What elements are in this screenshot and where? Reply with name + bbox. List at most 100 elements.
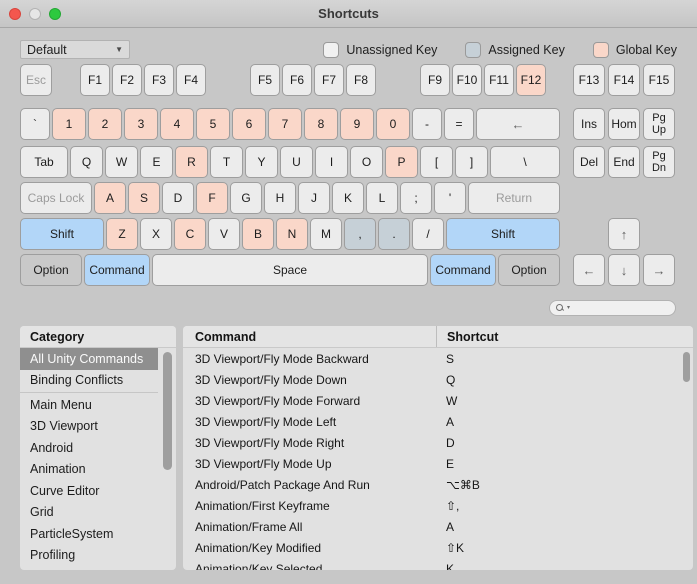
key-arrow-right[interactable]: → [643, 254, 675, 286]
key-space[interactable]: Space [152, 254, 428, 286]
command-row[interactable]: 3D Viewport/Fly Mode LeftA [183, 411, 693, 432]
key-semicolon[interactable]: ; [400, 182, 432, 214]
category-scrollbar[interactable] [163, 352, 172, 470]
key-y[interactable]: Y [245, 146, 278, 178]
key-f15[interactable]: F15 [643, 64, 675, 96]
key-arrow-down[interactable]: ↓ [608, 254, 640, 286]
category-item-animation[interactable]: Animation [20, 459, 158, 481]
key-quote[interactable]: ' [434, 182, 466, 214]
category-item-particlesystem[interactable]: ParticleSystem [20, 523, 158, 545]
category-item-3d-viewport[interactable]: 3D Viewport [20, 416, 158, 438]
key-f12[interactable]: F12 [516, 64, 546, 96]
search-input[interactable] [572, 302, 669, 314]
command-row[interactable]: 3D Viewport/Fly Mode DownQ [183, 369, 693, 390]
key-t[interactable]: T [210, 146, 243, 178]
key-return[interactable]: Return [468, 182, 560, 214]
key-i[interactable]: I [315, 146, 348, 178]
key-6[interactable]: 6 [232, 108, 266, 140]
key-bracket-right[interactable]: ] [455, 146, 488, 178]
key-8[interactable]: 8 [304, 108, 338, 140]
key-f5[interactable]: F5 [250, 64, 280, 96]
command-row[interactable]: 3D Viewport/Fly Mode ForwardW [183, 390, 693, 411]
key-2[interactable]: 2 [88, 108, 122, 140]
category-item-binding-conflicts[interactable]: Binding Conflicts [20, 370, 158, 392]
category-item-profiling[interactable]: Profiling [20, 545, 158, 567]
key-minus[interactable]: - [412, 108, 442, 140]
key-caps-lock[interactable]: Caps Lock [20, 182, 92, 214]
key-end[interactable]: End [608, 146, 640, 178]
key-option-left[interactable]: Option [20, 254, 82, 286]
key-a[interactable]: A [94, 182, 126, 214]
command-scrollbar[interactable] [683, 352, 690, 382]
key-4[interactable]: 4 [160, 108, 194, 140]
key-k[interactable]: K [332, 182, 364, 214]
key-hom[interactable]: Hom [608, 108, 640, 140]
key-f9[interactable]: F9 [420, 64, 450, 96]
key-command-left[interactable]: Command [84, 254, 150, 286]
key-f1[interactable]: F1 [80, 64, 110, 96]
key-m[interactable]: M [310, 218, 342, 250]
key-f[interactable]: F [196, 182, 228, 214]
key-f8[interactable]: F8 [346, 64, 376, 96]
key-f10[interactable]: F10 [452, 64, 482, 96]
key-ins[interactable]: Ins [573, 108, 605, 140]
key-del[interactable]: Del [573, 146, 605, 178]
key-tab[interactable]: Tab [20, 146, 68, 178]
key-g[interactable]: G [230, 182, 262, 214]
key-backslash[interactable]: \ [490, 146, 560, 178]
key-b[interactable]: B [242, 218, 274, 250]
key-e[interactable]: E [140, 146, 173, 178]
key-arrow-up[interactable]: ↑ [608, 218, 640, 250]
key-bracket-left[interactable]: [ [420, 146, 453, 178]
key-esc[interactable]: Esc [20, 64, 52, 96]
key-5[interactable]: 5 [196, 108, 230, 140]
category-item-scene-picking[interactable]: Scene Picking [20, 566, 158, 570]
key-f7[interactable]: F7 [314, 64, 344, 96]
key-q[interactable]: Q [70, 146, 103, 178]
key-r[interactable]: R [175, 146, 208, 178]
key-comma[interactable]: , [344, 218, 376, 250]
key-slash[interactable]: / [412, 218, 444, 250]
category-item-all-unity-commands[interactable]: All Unity Commands [20, 348, 158, 370]
key-v[interactable]: V [208, 218, 240, 250]
search-box[interactable]: ▾ [549, 300, 676, 316]
key-command-right[interactable]: Command [430, 254, 496, 286]
command-row[interactable]: Animation/Frame AllA [183, 516, 693, 537]
command-row[interactable]: 3D Viewport/Fly Mode BackwardS [183, 348, 693, 369]
key-backtick[interactable]: ` [20, 108, 50, 140]
key-shift-right[interactable]: Shift [446, 218, 560, 250]
key-option-right[interactable]: Option [498, 254, 560, 286]
key-f3[interactable]: F3 [144, 64, 174, 96]
key-l[interactable]: L [366, 182, 398, 214]
command-row[interactable]: Animation/Key SelectedK [183, 558, 693, 570]
key-equals[interactable]: = [444, 108, 474, 140]
key-s[interactable]: S [128, 182, 160, 214]
key-u[interactable]: U [280, 146, 313, 178]
category-item-curve-editor[interactable]: Curve Editor [20, 480, 158, 502]
command-row[interactable]: 3D Viewport/Fly Mode UpE [183, 453, 693, 474]
key-f11[interactable]: F11 [484, 64, 514, 96]
key-page-up[interactable]: Pg Up [643, 108, 675, 140]
key-j[interactable]: J [298, 182, 330, 214]
command-row[interactable]: 3D Viewport/Fly Mode RightD [183, 432, 693, 453]
key-w[interactable]: W [105, 146, 138, 178]
key-f4[interactable]: F4 [176, 64, 206, 96]
command-row[interactable]: Animation/Key Modified⇧K [183, 537, 693, 558]
key-page-down[interactable]: Pg Dn [643, 146, 675, 178]
category-item-android[interactable]: Android [20, 437, 158, 459]
key-shift-left[interactable]: Shift [20, 218, 104, 250]
key-backspace[interactable]: ← [476, 108, 560, 140]
command-row[interactable]: Android/Patch Package And Run⌥⌘B [183, 474, 693, 495]
key-c[interactable]: C [174, 218, 206, 250]
key-f2[interactable]: F2 [112, 64, 142, 96]
key-d[interactable]: D [162, 182, 194, 214]
category-item-grid[interactable]: Grid [20, 502, 158, 524]
key-n[interactable]: N [276, 218, 308, 250]
key-7[interactable]: 7 [268, 108, 302, 140]
key-f6[interactable]: F6 [282, 64, 312, 96]
key-o[interactable]: O [350, 146, 383, 178]
key-f13[interactable]: F13 [573, 64, 605, 96]
key-1[interactable]: 1 [52, 108, 86, 140]
key-arrow-left[interactable]: ← [573, 254, 605, 286]
command-row[interactable]: Animation/First Keyframe⇧, [183, 495, 693, 516]
